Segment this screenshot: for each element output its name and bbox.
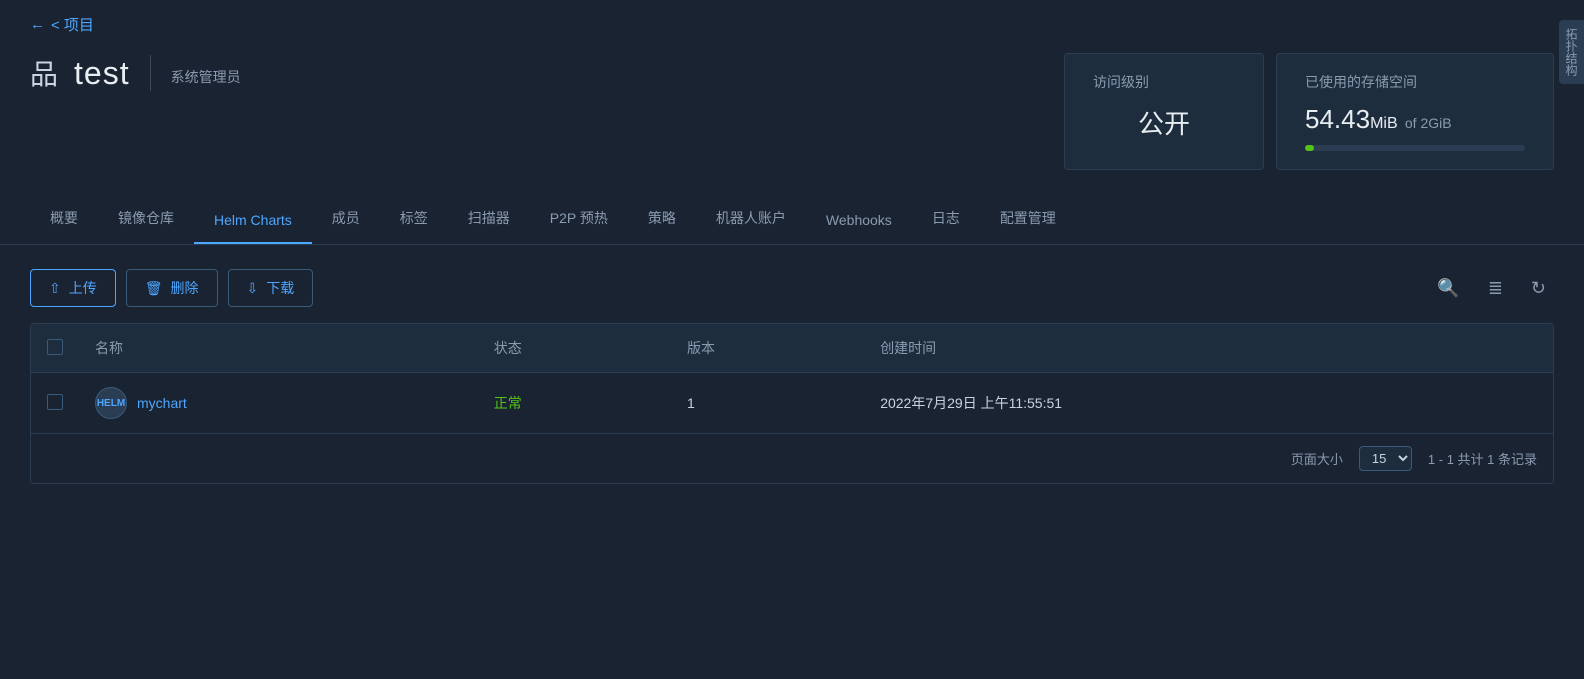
project-role: 系统管理员 <box>171 67 241 87</box>
table-header-row: 名称 状态 版本 创建时间 <box>31 324 1553 373</box>
page-size-select[interactable]: 15 25 50 <box>1359 446 1412 471</box>
chart-name-link[interactable]: mychart <box>137 395 187 411</box>
table-container: 名称 状态 版本 创建时间 HELM mychart 正常 <box>30 323 1554 484</box>
storage-of: of <box>1405 115 1421 131</box>
tab-webhooks[interactable]: Webhooks <box>806 204 912 244</box>
tab-scanner[interactable]: 扫描器 <box>448 200 530 244</box>
row-created-cell: 2022年7月29日 上午11:55:51 <box>864 373 1553 434</box>
select-all-checkbox[interactable] <box>47 339 63 355</box>
storage-unit: MiB <box>1370 115 1398 132</box>
tabs-section: 概要镜像仓库Helm Charts成员标签扫描器P2P 预热策略机器人账户Web… <box>0 180 1584 245</box>
tab-registry[interactable]: 镜像仓库 <box>98 200 194 244</box>
toolbar: ⇧ 上传 🗑 删除 ⇩ 下载 🔍 ≣ ↻ <box>30 269 1554 307</box>
upload-button[interactable]: ⇧ 上传 <box>30 269 116 307</box>
delete-button[interactable]: 🗑 删除 <box>126 269 218 307</box>
storage-value: 54.43MiB of 2GiB <box>1305 104 1525 135</box>
download-button[interactable]: ⇩ 下载 <box>228 269 314 307</box>
tab-policy[interactable]: 策略 <box>628 200 696 244</box>
storage-bar-container <box>1305 145 1525 151</box>
storage-bar-fill <box>1305 145 1314 151</box>
project-title: 品 test 系统管理员 <box>30 53 241 93</box>
select-all-header <box>31 324 79 373</box>
pagination-summary: 1 - 1 共计 1 条记录 <box>1428 449 1537 468</box>
upload-icon: ⇧ <box>49 280 61 297</box>
back-arrow-icon: ← <box>30 16 45 33</box>
pagination-info: 页面大小 15 25 50 1 - 1 共计 1 条记录 <box>47 446 1537 471</box>
table-row: HELM mychart 正常 1 2022年7月29日 上午11:55:51 <box>31 373 1553 434</box>
refresh-button[interactable]: ↻ <box>1523 274 1554 303</box>
project-icon: 品 <box>30 53 58 93</box>
name-column-header: 名称 <box>79 324 478 373</box>
toolbar-left: ⇧ 上传 🗑 删除 ⇩ 下载 <box>30 269 313 307</box>
access-card-title: 访问级别 <box>1093 72 1235 92</box>
tab-config[interactable]: 配置管理 <box>980 200 1076 244</box>
tab-p2p[interactable]: P2P 预热 <box>530 200 628 244</box>
delete-label: 删除 <box>171 278 199 298</box>
pagination-row: 页面大小 15 25 50 1 - 1 共计 1 条记录 <box>31 434 1553 484</box>
refresh-icon: ↻ <box>1531 278 1546 299</box>
row-name-cell: HELM mychart <box>79 373 478 434</box>
download-label: 下载 <box>266 278 294 298</box>
tab-logs[interactable]: 日志 <box>912 200 980 244</box>
created-column-header: 创建时间 <box>864 324 1553 373</box>
tab-members[interactable]: 成员 <box>312 200 380 244</box>
tab-robot[interactable]: 机器人账户 <box>696 200 806 244</box>
back-link[interactable]: ← < 项目 <box>0 0 1584 43</box>
search-button[interactable]: 🔍 <box>1429 274 1467 303</box>
download-icon: ⇩ <box>247 280 259 297</box>
view-toggle-button[interactable]: ≣ <box>1480 274 1511 303</box>
search-icon: 🔍 <box>1437 278 1459 299</box>
tab-tags[interactable]: 标签 <box>380 200 448 244</box>
helm-logo: HELM <box>95 387 127 419</box>
toolbar-right: 🔍 ≣ ↻ <box>1429 274 1554 303</box>
row-version-cell: 1 <box>671 373 864 434</box>
project-name: test <box>74 55 130 92</box>
helm-charts-table: 名称 状态 版本 创建时间 HELM mychart 正常 <box>31 324 1553 483</box>
right-panel-hint[interactable]: 拓扑结构 <box>1559 20 1584 84</box>
tab-overview[interactable]: 概要 <box>30 200 98 244</box>
storage-used: 54.43 <box>1305 104 1370 134</box>
tab-helm[interactable]: Helm Charts <box>194 204 312 244</box>
title-divider <box>150 55 151 91</box>
storage-card-title: 已使用的存储空间 <box>1305 72 1525 92</box>
status-column-header: 状态 <box>478 324 671 373</box>
info-cards: 访问级别 公开 已使用的存储空间 54.43MiB of 2GiB <box>1064 53 1554 170</box>
access-level-card: 访问级别 公开 <box>1064 53 1264 170</box>
storage-total: 2GiB <box>1420 115 1451 131</box>
row-status-cell: 正常 <box>478 373 671 434</box>
right-panel-label: 拓扑结构 <box>1564 28 1578 76</box>
header-section: 品 test 系统管理员 访问级别 公开 已使用的存储空间 54.43MiB o… <box>0 43 1584 170</box>
page-size-label: 页面大小 <box>1291 449 1343 468</box>
main-content: ⇧ 上传 🗑 删除 ⇩ 下载 🔍 ≣ ↻ <box>0 245 1584 508</box>
access-card-value: 公开 <box>1093 104 1235 141</box>
grid-list-icon: ≣ <box>1488 278 1503 299</box>
upload-label: 上传 <box>69 278 97 298</box>
back-label: < 项目 <box>51 14 94 35</box>
row-checkbox[interactable] <box>47 394 63 410</box>
storage-card: 已使用的存储空间 54.43MiB of 2GiB <box>1276 53 1554 170</box>
delete-icon: 🗑 <box>145 280 163 297</box>
status-badge: 正常 <box>494 395 522 411</box>
pagination-cell: 页面大小 15 25 50 1 - 1 共计 1 条记录 <box>31 434 1553 484</box>
tabs-list: 概要镜像仓库Helm Charts成员标签扫描器P2P 预热策略机器人账户Web… <box>30 200 1554 244</box>
version-column-header: 版本 <box>671 324 864 373</box>
row-checkbox-cell <box>31 373 79 434</box>
